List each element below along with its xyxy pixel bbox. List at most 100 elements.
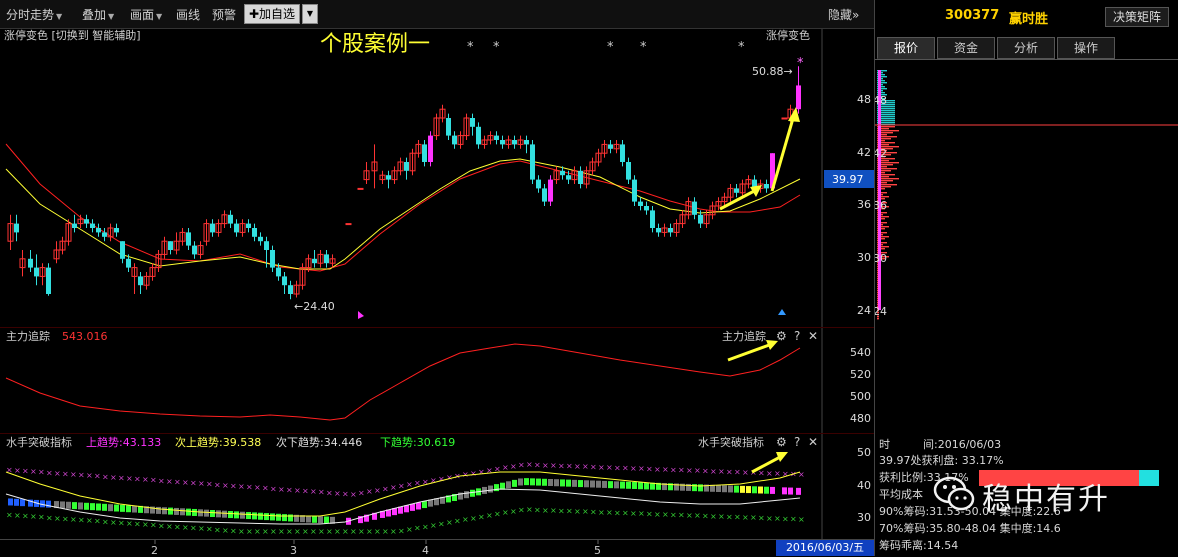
down-trend-mark: ×	[454, 517, 461, 526]
up-trend-mark: ×	[174, 477, 181, 486]
alert-button[interactable]: 预警	[212, 6, 236, 23]
tab-analysis[interactable]: 分析	[997, 37, 1055, 59]
down-trend-mark: ×	[110, 518, 117, 527]
legend-down-trend: 下趋势:30.619	[380, 436, 455, 449]
watermark-text: 稳中有升	[982, 482, 1110, 517]
formula-left-label[interactable]: 涨停变色 [切换到 智能辅助]	[4, 29, 141, 42]
up-trend-mark: ×	[22, 467, 29, 476]
panel-title: 水手突破指标	[6, 435, 72, 449]
chip-tick: 30	[875, 252, 887, 265]
sailor-bar	[796, 487, 801, 495]
down-trend-mark: ×	[94, 517, 101, 526]
candle-body	[764, 184, 769, 189]
hide-button[interactable]: 隐藏»	[828, 6, 859, 23]
sailor-bar	[114, 504, 119, 512]
candle-body	[632, 179, 637, 202]
draw-line-button[interactable]: 画线	[176, 6, 200, 23]
sailor-bar	[722, 485, 727, 493]
up-trend-mark: ×	[342, 489, 349, 498]
up-trend-mark: ×	[518, 460, 525, 469]
month-label: 3	[290, 544, 297, 557]
down-trend-mark: ×	[446, 518, 453, 527]
sailor-bar	[156, 506, 161, 514]
down-trend-mark: ×	[614, 508, 621, 517]
up-trend-mark: ×	[734, 468, 741, 477]
up-trend-mark: ×	[718, 467, 725, 476]
price-tick: 24	[857, 304, 871, 317]
sailor-bar	[228, 511, 233, 519]
tab-operate[interactable]: 操作	[1057, 37, 1115, 59]
down-trend-mark: ×	[734, 513, 741, 522]
up-trend-mark: ×	[166, 477, 173, 486]
tab-quote[interactable]: 报价	[877, 37, 935, 59]
chart-toolbar: 分时走势 ▼ 叠加 ▼ 画面 ▼ 画线 预警 ✚加自选 ▼ 隐藏»	[0, 0, 874, 29]
double-chevron-icon: »	[852, 8, 860, 22]
down-trend-mark: ×	[438, 519, 445, 528]
candlestick-chart[interactable]: 48 42 36 30 24 39.97 涨停变色 [切换到 智能辅助] 涨停变…	[0, 29, 874, 327]
screen-menu[interactable]: 画面 ▼	[130, 6, 162, 23]
close-icon[interactable]: ✕	[808, 435, 818, 449]
up-trend-mark: ×	[246, 483, 253, 492]
sailor-bar	[506, 481, 511, 489]
overlay-menu[interactable]: 叠加 ▼	[82, 6, 114, 23]
sub2-tick: 50	[857, 446, 871, 459]
down-trend-mark: ×	[518, 505, 525, 514]
up-trend-mark: ×	[582, 462, 589, 471]
up-trend-mark: ×	[230, 481, 237, 490]
candle-body	[324, 254, 329, 264]
sailor-bar	[276, 513, 281, 521]
up-trend-mark: ×	[318, 488, 325, 497]
help-icon[interactable]: ?	[794, 329, 800, 343]
candle-body	[357, 187, 364, 190]
down-trend-mark: ×	[430, 521, 437, 530]
chip-distribution-chart[interactable]: 48 42 36 30 24	[875, 60, 1178, 430]
arrow-line	[770, 114, 796, 192]
up-trend-mark: ×	[614, 463, 621, 472]
down-trend-mark: ×	[62, 514, 69, 523]
close-icon[interactable]: ✕	[808, 329, 818, 343]
help-icon[interactable]: ?	[794, 435, 800, 449]
intraday-menu[interactable]: 分时走势 ▼	[6, 6, 62, 23]
sailor-breakout-panel[interactable]: 水手突破指标 上趋势:43.133 次上趋势:39.538 次下趋势:34.44…	[0, 433, 874, 540]
candle-body	[14, 223, 19, 233]
up-trend-mark: ×	[86, 471, 93, 480]
candle-body	[524, 140, 529, 145]
up-trend-mark: ×	[326, 488, 333, 497]
down-trend-mark: ×	[710, 512, 717, 521]
sailor-bar	[416, 502, 421, 510]
add-watchlist-dropdown[interactable]: ▼	[302, 4, 318, 24]
gear-icon[interactable]: ⚙	[776, 435, 787, 449]
candle-body	[228, 214, 233, 224]
intraday-menu-label: 分时走势	[6, 8, 55, 22]
sailor-bar	[216, 510, 221, 518]
sailor-bar	[404, 505, 409, 513]
candle-body	[84, 219, 89, 224]
down-trend-mark: ×	[150, 521, 157, 530]
decision-matrix-button[interactable]: 决策矩阵	[1105, 7, 1169, 27]
sailor-bar	[84, 502, 89, 510]
gear-icon[interactable]: ⚙	[776, 329, 787, 343]
case-annotation: 个股案例一	[320, 32, 430, 57]
tab-funds[interactable]: 资金	[937, 37, 995, 59]
wechat-icon	[933, 476, 975, 511]
down-trend-mark: ×	[534, 506, 541, 515]
up-trend-mark: ×	[222, 481, 229, 490]
down-trend-mark: ×	[502, 508, 509, 517]
up-trend-mark: ×	[742, 468, 749, 477]
wechat-watermark: 稳中有升	[930, 472, 1140, 517]
candle-body	[620, 144, 625, 162]
chip-tick: 36	[875, 199, 887, 212]
candle-body	[578, 170, 583, 184]
up-trend-mark: ×	[94, 472, 101, 481]
candle-body	[90, 223, 95, 228]
down-trend-mark: ×	[798, 515, 805, 524]
sub1-tick: 500	[850, 390, 871, 403]
main-force-panel[interactable]: 主力追踪 543.016 主力追踪 ⚙ ? ✕ 540 520 500 480	[0, 327, 874, 434]
down-trend-mark: ×	[622, 509, 629, 518]
candle-body	[186, 232, 191, 246]
sailor-bar	[758, 486, 763, 494]
down-trend-mark: ×	[86, 516, 93, 525]
add-watchlist-button[interactable]: ✚加自选	[244, 4, 301, 24]
month-label: 4	[422, 544, 429, 557]
candle-body	[28, 258, 33, 268]
